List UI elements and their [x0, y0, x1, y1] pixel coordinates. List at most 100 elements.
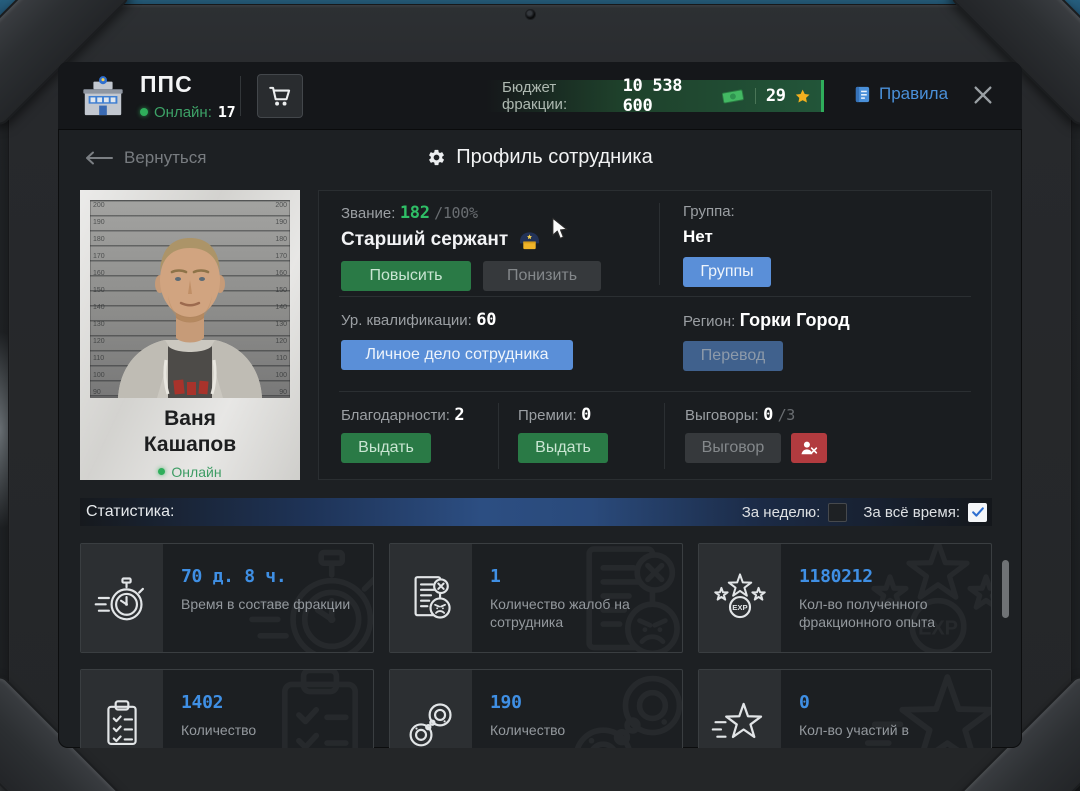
reprimand-button[interactable]: Выговор [685, 433, 781, 463]
thanks-section: Благодарности: 2 Выдать [341, 405, 465, 463]
tablet-camera-icon [525, 9, 536, 20]
stat-icon-box [699, 670, 781, 748]
user-remove-icon [799, 438, 819, 458]
panel-divider [659, 203, 660, 285]
employee-photo: 200 190 180 170 160 150 140 130 120 110 100 90 200 1… [90, 200, 290, 398]
statistics-cards: 70 д. 8 ч. Время в составе фракции 1 Кол… [80, 543, 992, 748]
budget-stars-value: 29 [765, 86, 786, 106]
stat-icon-box [699, 544, 781, 652]
money-icon [721, 87, 745, 105]
panel-divider [498, 403, 499, 469]
stat-card-time: 70 д. 8 ч. Время в составе фракции [80, 543, 374, 653]
stopwatch-icon [93, 569, 151, 627]
promote-button[interactable]: Повысить [341, 261, 471, 291]
stat-icon-box [81, 544, 163, 652]
panel-divider [664, 403, 665, 469]
handcuffs-watermark-icon [554, 669, 683, 748]
filter-week-label: За неделю: [741, 503, 821, 521]
rules-icon [853, 85, 872, 104]
demote-button[interactable]: Понизить [483, 261, 601, 291]
stat-label: Количество жалоб на сотрудника [490, 596, 630, 631]
region-value: Горки Город [739, 310, 850, 330]
panel-divider [339, 296, 971, 297]
app-header: ППС Онлайн: 17 Бюджет фракции: 10 538 60… [58, 62, 1022, 130]
personal-file-button[interactable]: Личное дело сотрудника [341, 340, 573, 370]
cart-icon [267, 83, 293, 109]
faction-online-status: Онлайн: 17 [140, 103, 236, 121]
stat-label: Количество [490, 722, 566, 738]
bonus-value: 0 [581, 405, 592, 425]
filter-week-checkbox[interactable] [828, 502, 848, 522]
budget-separator [754, 88, 756, 104]
statistics-filters: За неделю: За всё время: [741, 502, 987, 522]
filter-week: За неделю: [741, 502, 848, 522]
group-value: Нет [683, 227, 713, 246]
budget-label: Бюджет фракции: [502, 79, 568, 113]
rank-section: Звание: 182 /100% Старший сержант Повыси… [341, 203, 601, 291]
header-divider [240, 76, 241, 116]
stat-value: 190 [490, 692, 522, 713]
region-section: Регион: Горки Город Перевод [683, 310, 850, 371]
rank-value: 182 [399, 203, 430, 223]
employee-name: Ваня Кашапов [90, 406, 290, 459]
statistics-title: Статистика: [86, 503, 175, 520]
online-dot-icon [158, 468, 166, 475]
shop-button[interactable] [257, 74, 303, 118]
reprimand-section: Выговоры: 0 /3 Выговор [685, 405, 827, 463]
complaint-doc-icon [402, 569, 460, 627]
employee-status: Онлайн [90, 464, 290, 480]
rules-label: Правила [879, 84, 949, 103]
stat-icon-box [390, 670, 472, 748]
reprimand-label: Выговоры: [685, 407, 759, 424]
rank-cap-icon [517, 230, 542, 251]
online-dot-icon [140, 108, 148, 116]
give-thanks-button[interactable]: Выдать [341, 433, 431, 463]
give-bonus-button[interactable]: Выдать [518, 433, 608, 463]
employee-profile-panel: Звание: 182 /100% Старший сержант Повыси… [318, 190, 992, 480]
star-icon [794, 87, 811, 106]
page-title-label: Профиль сотрудника [456, 146, 653, 168]
qualification-value: 60 [476, 310, 497, 330]
height-marks-right: 200 190 180 170 160 150 140 130 120 110 100 90 [275, 202, 287, 396]
reprimand-max: /3 [777, 406, 796, 424]
rank-name: Старший сержант [341, 229, 509, 250]
page-title: Профиль сотрудника [58, 146, 1022, 169]
clipboard-icon [93, 695, 151, 748]
stat-label: Количество [181, 722, 257, 738]
faction-budget: Бюджет фракции: 10 538 600 29 [486, 76, 824, 116]
stat-card-complaints: 1 Количество жалоб на сотрудника [389, 543, 683, 653]
online-count: 17 [217, 103, 236, 121]
stat-icon-box [81, 670, 163, 748]
height-marks-left: 200 190 180 170 160 150 140 130 120 110 100 90 [93, 202, 105, 396]
faction-app-window: ППС Онлайн: 17 Бюджет фракции: 10 538 60… [58, 62, 1022, 748]
group-section: Группа: Нет Группы [683, 203, 771, 287]
scrollbar[interactable] [1002, 560, 1009, 618]
region-label: Регион: [683, 313, 736, 330]
groups-button[interactable]: Группы [683, 257, 771, 287]
stat-value: 1 [490, 566, 501, 587]
employee-portrait [90, 200, 290, 398]
close-button[interactable] [970, 83, 996, 109]
game-screen: ППС Онлайн: 17 Бюджет фракции: 10 538 60… [0, 0, 1080, 791]
rank-label: Звание: [341, 205, 396, 222]
filter-alltime-checkbox[interactable] [968, 502, 987, 522]
stat-label: Кол-во полученного фракционного опыта [799, 596, 936, 631]
bonus-section: Премии: 0 Выдать [518, 405, 608, 463]
filter-alltime-label: За всё время: [863, 503, 960, 521]
stat-icon-box [390, 544, 472, 652]
handcuffs-icon [402, 695, 460, 748]
faction-name: ППС [140, 71, 193, 97]
fire-employee-button[interactable] [791, 433, 827, 463]
stat-value: 70 д. 8 ч. [181, 566, 287, 587]
employee-first-name: Ваня [164, 407, 216, 430]
budget-value: 10 538 600 [622, 76, 683, 116]
rules-link[interactable]: Правила [853, 84, 948, 104]
transfer-button[interactable]: Перевод [683, 341, 783, 371]
reprimand-value: 0 [763, 405, 774, 425]
clipboard-watermark-icon [245, 669, 374, 748]
employee-photo-card: 200 190 180 170 160 150 140 130 120 110 100 90 200 1… [80, 190, 300, 480]
filter-alltime: За всё время: [863, 502, 987, 522]
stat-card-exp: 1180212 Кол-во полученного фракционного … [698, 543, 992, 653]
thanks-label: Благодарности: [341, 407, 450, 424]
bonus-label: Премии: [518, 407, 577, 424]
